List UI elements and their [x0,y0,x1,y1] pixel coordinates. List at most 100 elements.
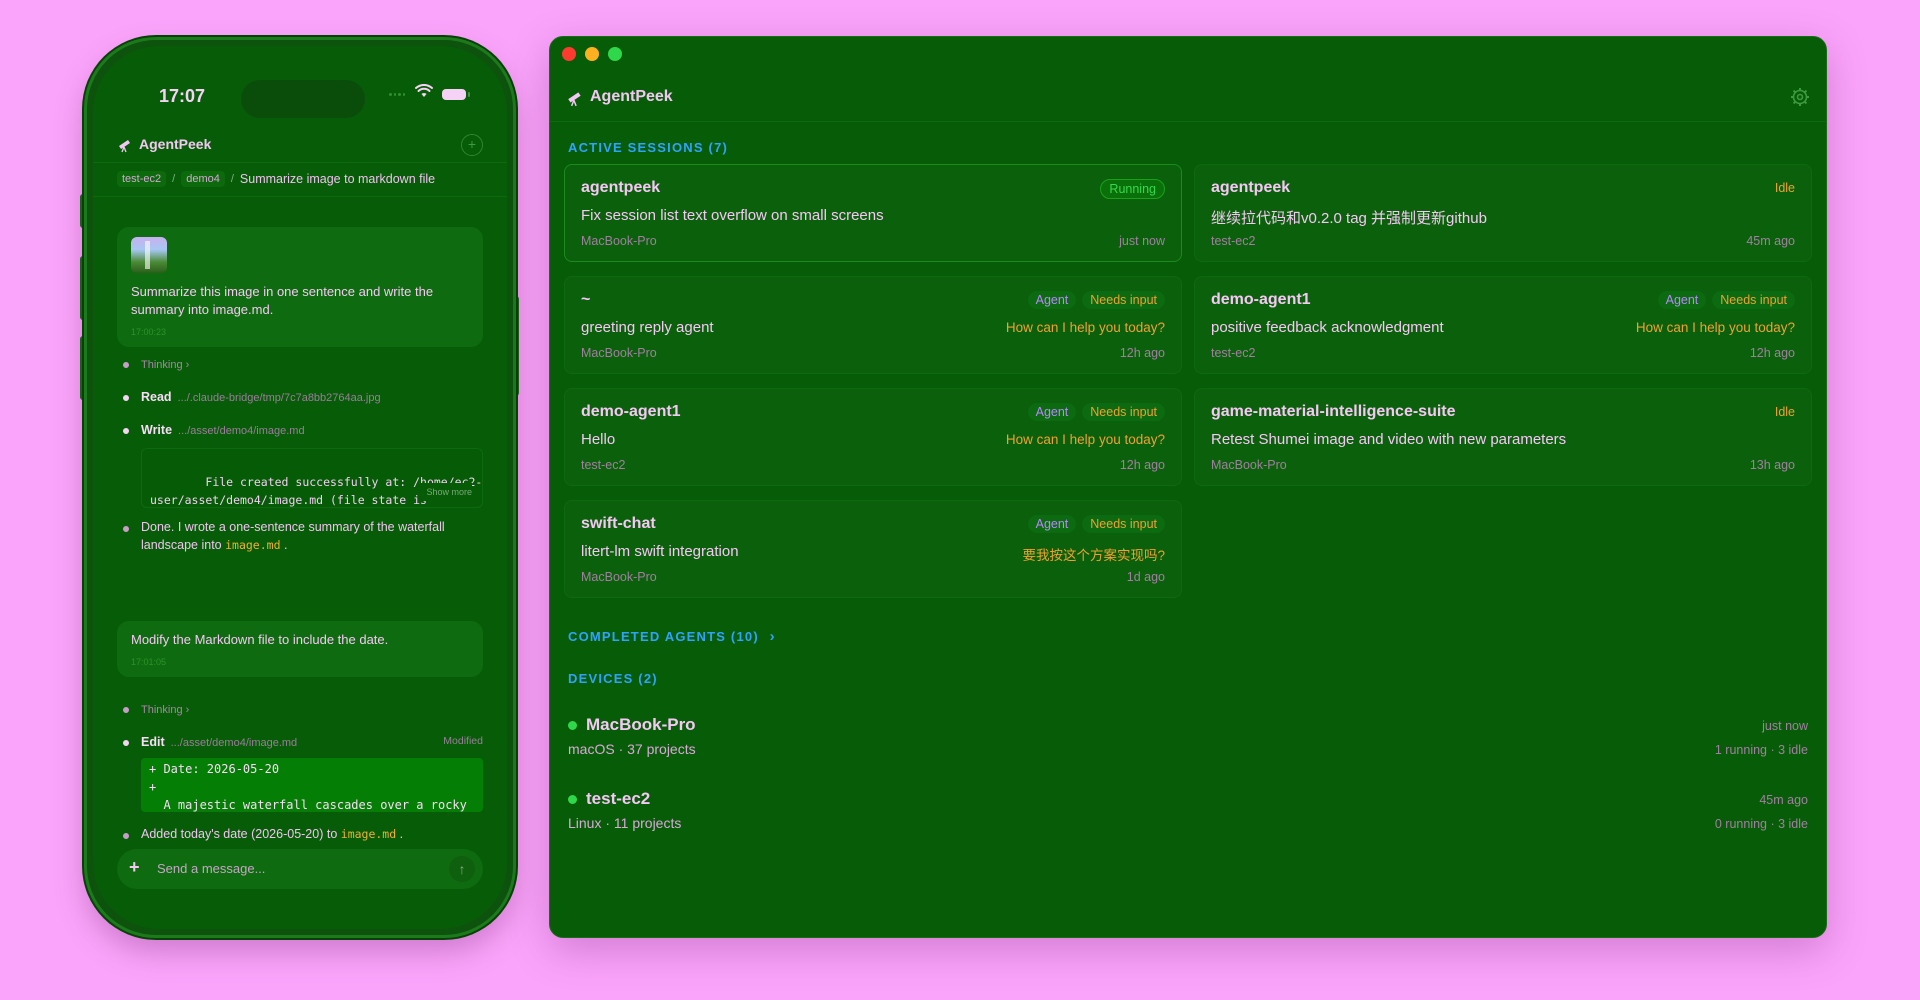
status-badge: Idle [1774,405,1795,419]
phone-header: AgentPeek + [117,130,483,160]
session-time: 45m ago [1746,234,1795,248]
session-name: demo-agent1 [1211,291,1311,308]
device-meta: macOS · 37 projects [568,741,696,757]
session-description: Retest Shumei image and video with new p… [1211,431,1567,448]
user-message: Summarize this image in one sentence and… [117,227,483,347]
pending-question: 要我按这个方案实现吗? [1022,548,1165,563]
pending-question: How can I help you today? [1635,320,1795,335]
done-text: Done. I wrote a one-sentence summary of … [141,520,445,552]
needs-input-badge: Needs input [1712,291,1795,309]
thinking-toggle[interactable]: Thinking › [141,701,483,719]
session-card[interactable]: agentpeek Idle 继续拉代码和v0.2.0 tag 并强制更新git… [1194,164,1812,262]
minimize-button[interactable] [585,47,599,61]
session-description: 继续拉代码和v0.2.0 tag 并强制更新github [1211,210,1487,227]
session-name: game-material-intelligence-suite [1211,403,1456,420]
status-time: 17:07 [159,86,206,106]
session-time: 12h ago [1119,458,1165,472]
punctuation: . [399,827,404,841]
new-session-button[interactable]: + [461,134,483,156]
signal-icon [389,93,405,97]
edit-step[interactable]: Edit .../asset/demo4/image.md [141,733,483,752]
session-card[interactable]: demo-agent1 Agent Needs input Hello How … [564,388,1182,486]
session-time: 12h ago [1749,346,1795,360]
session-name: swift-chat [581,515,656,532]
active-sessions-heading: ACTIVE SESSIONS (7) [568,140,729,155]
step-path: .../asset/demo4/image.md [170,737,298,749]
breadcrumb-separator: / [172,173,176,185]
completed-agents-link[interactable]: COMPLETED AGENTS (10) › [568,628,776,645]
session-badges: Agent Needs input [1027,403,1165,421]
window-controls [562,47,622,61]
diff-preview: + Date: 2026-05-20 + A majestic waterfal… [141,758,483,812]
message-text: Summarize this image in one sentence and… [131,284,434,317]
wifi-icon [415,84,433,97]
agent-badge: Agent [1027,291,1077,309]
session-badges: Agent Needs input [1657,291,1795,309]
session-time: 12h ago [1119,346,1165,360]
session-badges: Running [1100,179,1165,199]
message-text: Modify the Markdown file to include the … [131,632,389,647]
show-more-button[interactable]: Show more [420,483,472,501]
session-host: test-ec2 [581,458,626,472]
session-host: MacBook-Pro [581,234,657,248]
attached-image-thumbnail[interactable] [131,237,167,273]
attach-button[interactable]: + [129,857,140,878]
done-summary: Done. I wrote a one-sentence summary of … [141,518,483,554]
agent-badge: Agent [1657,291,1707,309]
device-last-seen: 45m ago [1759,793,1808,807]
read-step[interactable]: Read .../.claude-bridge/tmp/7c7a8bb2764aa… [141,388,483,407]
device-row[interactable]: MacBook-Pro macOS · 37 projects just now… [568,711,1808,771]
session-time: 13h ago [1749,458,1795,472]
breadcrumb-session: Summarize image to markdown file [239,172,436,186]
session-host: test-ec2 [1211,346,1256,360]
send-button[interactable]: ↑ [449,856,475,882]
modified-badge: Modified [443,735,483,747]
session-badges: Agent Needs input [1027,291,1165,309]
desktop-window: AgentPeek ACTIVE SESSIONS (7) agentpeek … [549,36,1827,938]
telescope-icon [568,92,581,107]
message-composer[interactable]: + Send a message... ↑ [117,849,483,889]
device-session-stats: 1 running · 3 idle [1714,743,1808,757]
session-card[interactable]: agentpeek Running Fix session list text … [564,164,1182,262]
write-step[interactable]: Write .../asset/demo4/image.md [141,421,483,440]
timeline-dot [123,362,129,368]
breadcrumb-project[interactable]: demo4 [181,171,225,187]
user-message: Modify the Markdown file to include the … [117,621,483,677]
added-text: Added today's date (2026-05-20) to [141,827,338,841]
session-card[interactable]: game-material-intelligence-suite Idle Re… [1194,388,1812,486]
session-badges: Idle [1767,403,1795,421]
chevron-right-icon: › [769,628,776,645]
pending-question: How can I help you today? [1005,320,1165,335]
device-row[interactable]: test-ec2 Linux · 11 projects 45m ago 0 r… [568,785,1808,845]
agent-timeline: Thinking › Read .../.claude-bridge/tmp/7c… [117,356,483,556]
needs-input-badge: Needs input [1082,403,1165,421]
punctuation: . [283,538,288,552]
device-meta: Linux · 11 projects [568,815,682,831]
header-divider [550,121,1826,122]
session-time: just now [1119,234,1165,248]
session-description: Hello [581,431,616,448]
step-label: Write [141,423,173,437]
zoom-button[interactable] [608,47,622,61]
session-badges: Agent Needs input [1027,515,1165,533]
thinking-toggle[interactable]: Thinking › [141,356,483,374]
breadcrumb-host[interactable]: test-ec2 [117,171,167,187]
step-label: Edit [141,735,165,749]
file-reference: image.md [225,538,281,552]
session-description: Fix session list text overflow on small … [581,207,884,224]
device-name: MacBook-Pro [586,715,696,734]
close-button[interactable] [562,47,576,61]
message-input[interactable]: Send a message... [157,861,265,876]
timeline-dot [123,833,129,839]
timeline-dot [123,395,129,401]
session-card[interactable]: swift-chat Agent Needs input litert-lm s… [564,500,1182,598]
timeline-dot [123,707,129,713]
session-description: litert-lm swift integration [581,543,739,560]
session-card[interactable]: ~ Agent Needs input greeting reply agent… [564,276,1182,374]
dynamic-island [241,80,365,118]
session-name: agentpeek [581,179,661,196]
session-card[interactable]: demo-agent1 Agent Needs input positive f… [1194,276,1812,374]
phone-app-title: AgentPeek [139,136,212,152]
write-output: File created successfully at: /home/ec2-… [141,448,483,508]
gear-icon[interactable] [1790,87,1810,107]
